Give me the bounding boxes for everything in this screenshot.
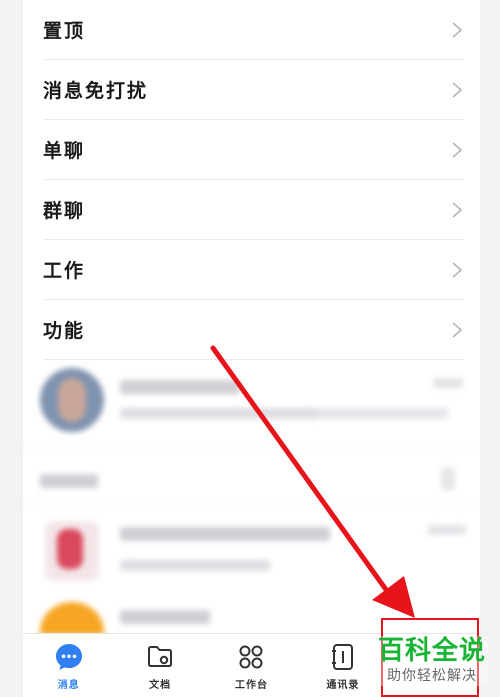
watermark-subtitle: 助你轻松解决	[387, 668, 477, 684]
annotation-arrow	[210, 345, 415, 618]
watermark-logo: 百科全说 助你轻松解决	[376, 636, 488, 686]
watermark-title: 百科全说	[377, 636, 486, 666]
